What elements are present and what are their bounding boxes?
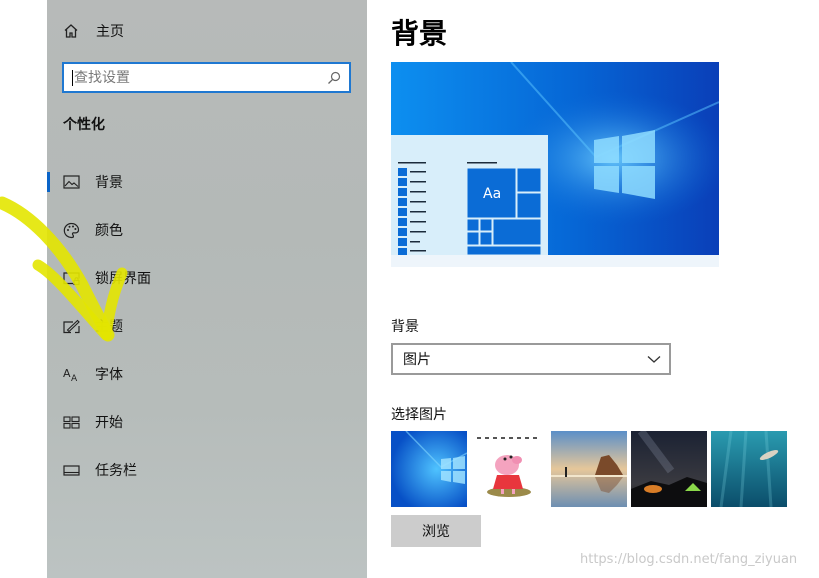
page-title: 背景 <box>391 17 448 50</box>
peppa-pig-sticker-icon <box>471 431 547 507</box>
thumbnail-peppa[interactable] <box>471 431 547 507</box>
thumbnail-beach[interactable] <box>551 431 627 507</box>
thumbnail-windows-hero[interactable] <box>391 431 467 507</box>
chevron-down-icon <box>647 356 661 363</box>
sidebar-item-label: 背景 <box>95 175 123 191</box>
font-icon: AA <box>62 365 80 383</box>
background-type-label: 背景 <box>391 319 419 335</box>
beach-rocks-wallpaper-icon <box>551 431 627 507</box>
sidebar-item-label: 任务栏 <box>95 463 137 479</box>
sidebar-item-lock-screen[interactable]: 锁屏界面 <box>47 258 367 298</box>
windows-hero-wallpaper-icon <box>391 431 467 507</box>
svg-text:A: A <box>63 367 71 380</box>
section-title: 个性化 <box>63 117 105 133</box>
thumbnail-night-sky[interactable] <box>631 431 707 507</box>
home-icon <box>64 24 78 38</box>
sidebar-item-start[interactable]: 开始 <box>47 402 367 442</box>
sidebar-item-themes[interactable]: 主题 <box>47 306 367 346</box>
taskbar-icon <box>62 461 80 479</box>
svg-text:A: A <box>71 374 78 382</box>
sidebar-item-label: 开始 <box>95 415 123 431</box>
preview-tile-text: Aa <box>483 186 502 202</box>
background-type-dropdown[interactable]: 图片 <box>391 343 671 375</box>
underwater-swimmer-wallpaper-icon <box>711 431 787 507</box>
sidebar-item-label: 主题 <box>95 319 123 335</box>
dropdown-selected-value: 图片 <box>403 352 431 368</box>
sidebar-item-taskbar[interactable]: 任务栏 <box>47 450 367 490</box>
settings-sidebar: 主页 个性化 背景 颜色 锁屏界面 主题 AA <box>47 0 367 578</box>
sidebar-item-background[interactable]: 背景 <box>47 162 367 202</box>
theme-icon <box>62 317 80 335</box>
sidebar-item-label: 字体 <box>95 367 123 383</box>
choose-picture-label: 选择图片 <box>391 407 447 423</box>
home-link[interactable]: 主页 <box>62 18 124 44</box>
thumbnail-underwater[interactable] <box>711 431 787 507</box>
lock-screen-icon <box>62 269 80 287</box>
start-icon <box>62 413 80 431</box>
left-margin <box>0 0 47 578</box>
sidebar-item-label: 颜色 <box>95 223 123 239</box>
night-sky-tent-wallpaper-icon <box>631 431 707 507</box>
search-icon[interactable] <box>327 71 341 85</box>
watermark-text: https://blog.csdn.net/fang_ziyuan <box>580 552 798 567</box>
home-label: 主页 <box>96 24 124 40</box>
palette-icon <box>62 221 80 239</box>
sidebar-item-label: 锁屏界面 <box>95 271 151 287</box>
browse-button[interactable]: 浏览 <box>391 515 481 547</box>
sidebar-item-fonts[interactable]: AA 字体 <box>47 354 367 394</box>
search-box[interactable] <box>62 62 351 93</box>
picture-icon <box>62 173 80 191</box>
text-caret <box>72 70 73 86</box>
desktop-preview: Aa <box>391 62 719 267</box>
sidebar-item-colors[interactable]: 颜色 <box>47 210 367 250</box>
search-input[interactable] <box>74 69 324 86</box>
